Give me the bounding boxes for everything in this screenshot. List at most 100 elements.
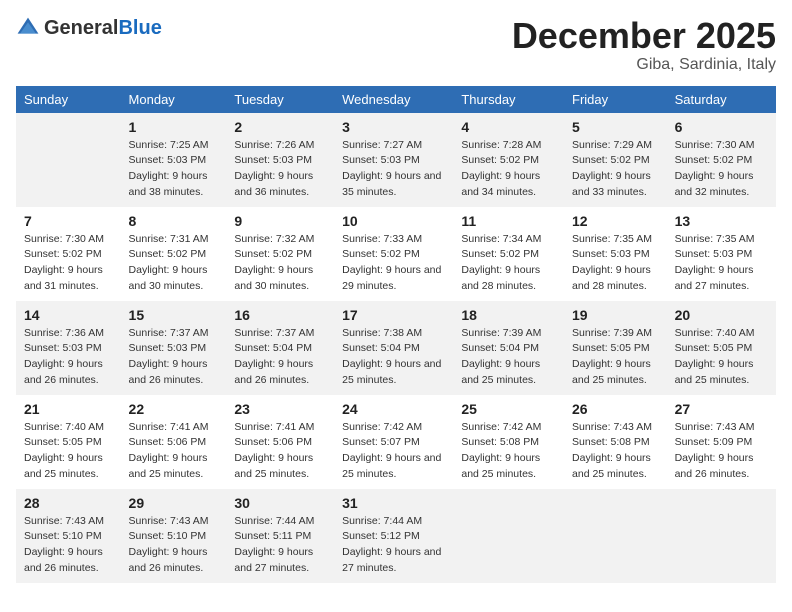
weekday-header-saturday: Saturday (667, 86, 776, 113)
calendar-cell: 5 Sunrise: 7:29 AMSunset: 5:02 PMDaylight… (564, 113, 667, 207)
day-number: 21 (24, 401, 113, 417)
calendar-cell: 28Sunrise: 7:43 AMSunset: 5:10 PMDayligh… (16, 489, 121, 583)
day-number: 24 (342, 401, 445, 417)
calendar-cell (16, 113, 121, 207)
day-info: Sunrise: 7:40 AMSunset: 5:05 PMDaylight:… (675, 326, 768, 389)
logo-text-blue: Blue (118, 17, 161, 39)
calendar-cell: 21 Sunrise: 7:40 AMSunset: 5:05 PMDayligh… (16, 395, 121, 489)
page-header: GeneralBlue December 2025 Giba, Sardinia… (16, 16, 776, 74)
day-number: 11 (461, 213, 556, 229)
day-info: Sunrise: 7:43 AMSunset: 5:09 PMDaylight:… (675, 420, 768, 483)
weekday-header-wednesday: Wednesday (334, 86, 453, 113)
day-number: 5 (572, 119, 659, 135)
calendar-cell: 15 Sunrise: 7:37 AMSunset: 5:03 PMDayligh… (121, 301, 227, 395)
day-info: Sunrise: 7:43 AMSunset: 5:08 PMDaylight:… (572, 420, 659, 483)
calendar-cell: 14 Sunrise: 7:36 AMSunset: 5:03 PMDayligh… (16, 301, 121, 395)
calendar-cell: 12Sunrise: 7:35 AMSunset: 5:03 PMDayligh… (564, 207, 667, 301)
calendar-header-row: SundayMondayTuesdayWednesdayThursdayFrid… (16, 86, 776, 113)
day-info: Sunrise: 7:38 AMSunset: 5:04 PMDaylight:… (342, 326, 445, 389)
calendar-cell: 8 Sunrise: 7:31 AMSunset: 5:02 PMDaylight… (121, 207, 227, 301)
day-number: 10 (342, 213, 445, 229)
day-info: Sunrise: 7:37 AMSunset: 5:03 PMDaylight:… (129, 326, 219, 389)
calendar-cell: 30 Sunrise: 7:44 AMSunset: 5:11 PMDayligh… (226, 489, 334, 583)
day-number: 27 (675, 401, 768, 417)
calendar-cell: 9 Sunrise: 7:32 AMSunset: 5:02 PMDaylight… (226, 207, 334, 301)
calendar-cell: 24 Sunrise: 7:42 AMSunset: 5:07 PMDayligh… (334, 395, 453, 489)
calendar-cell: 17 Sunrise: 7:38 AMSunset: 5:04 PMDayligh… (334, 301, 453, 395)
calendar-cell (453, 489, 564, 583)
day-number: 14 (24, 307, 113, 323)
calendar-cell: 25Sunrise: 7:42 AMSunset: 5:08 PMDayligh… (453, 395, 564, 489)
calendar-cell: 2Sunrise: 7:26 AMSunset: 5:03 PMDaylight… (226, 113, 334, 207)
calendar-cell: 20 Sunrise: 7:40 AMSunset: 5:05 PMDayligh… (667, 301, 776, 395)
calendar-week-row: 7 Sunrise: 7:30 AMSunset: 5:02 PMDaylight… (16, 207, 776, 301)
day-info: Sunrise: 7:35 AMSunset: 5:03 PMDaylight:… (572, 232, 659, 295)
day-number: 3 (342, 119, 445, 135)
calendar-cell (667, 489, 776, 583)
day-info: Sunrise: 7:43 AMSunset: 5:10 PMDaylight:… (129, 514, 219, 577)
day-info: Sunrise: 7:41 AMSunset: 5:06 PMDaylight:… (234, 420, 326, 483)
calendar-cell: 22Sunrise: 7:41 AMSunset: 5:06 PMDayligh… (121, 395, 227, 489)
weekday-header-tuesday: Tuesday (226, 86, 334, 113)
title-block: December 2025 Giba, Sardinia, Italy (512, 16, 776, 74)
day-info: Sunrise: 7:27 AMSunset: 5:03 PMDaylight:… (342, 138, 445, 201)
day-number: 9 (234, 213, 326, 229)
day-number: 16 (234, 307, 326, 323)
logo: GeneralBlue (16, 16, 162, 40)
day-info: Sunrise: 7:39 AMSunset: 5:04 PMDaylight:… (461, 326, 556, 389)
day-number: 13 (675, 213, 768, 229)
day-number: 15 (129, 307, 219, 323)
day-info: Sunrise: 7:42 AMSunset: 5:08 PMDaylight:… (461, 420, 556, 483)
day-info: Sunrise: 7:40 AMSunset: 5:05 PMDaylight:… (24, 420, 113, 483)
day-number: 8 (129, 213, 219, 229)
calendar-cell: 18 Sunrise: 7:39 AMSunset: 5:04 PMDayligh… (453, 301, 564, 395)
calendar-cell: 16Sunrise: 7:37 AMSunset: 5:04 PMDayligh… (226, 301, 334, 395)
day-number: 17 (342, 307, 445, 323)
day-number: 1 (129, 119, 219, 135)
day-info: Sunrise: 7:33 AMSunset: 5:02 PMDaylight:… (342, 232, 445, 295)
logo-text-general: General (44, 17, 118, 39)
day-number: 6 (675, 119, 768, 135)
calendar-cell (564, 489, 667, 583)
weekday-header-monday: Monday (121, 86, 227, 113)
day-info: Sunrise: 7:44 AMSunset: 5:11 PMDaylight:… (234, 514, 326, 577)
day-info: Sunrise: 7:25 AMSunset: 5:03 PMDaylight:… (129, 138, 219, 201)
day-number: 22 (129, 401, 219, 417)
calendar-cell: 1 Sunrise: 7:25 AMSunset: 5:03 PMDaylight… (121, 113, 227, 207)
day-info: Sunrise: 7:43 AMSunset: 5:10 PMDaylight:… (24, 514, 113, 577)
day-info: Sunrise: 7:35 AMSunset: 5:03 PMDaylight:… (675, 232, 768, 295)
day-info: Sunrise: 7:28 AMSunset: 5:02 PMDaylight:… (461, 138, 556, 201)
calendar-cell: 3 Sunrise: 7:27 AMSunset: 5:03 PMDaylight… (334, 113, 453, 207)
location-subtitle: Giba, Sardinia, Italy (512, 56, 776, 74)
day-info: Sunrise: 7:36 AMSunset: 5:03 PMDaylight:… (24, 326, 113, 389)
calendar-cell: 31 Sunrise: 7:44 AMSunset: 5:12 PMDayligh… (334, 489, 453, 583)
day-number: 31 (342, 495, 445, 511)
day-info: Sunrise: 7:44 AMSunset: 5:12 PMDaylight:… (342, 514, 445, 577)
calendar-cell: 26Sunrise: 7:43 AMSunset: 5:08 PMDayligh… (564, 395, 667, 489)
calendar-cell: 27 Sunrise: 7:43 AMSunset: 5:09 PMDayligh… (667, 395, 776, 489)
day-info: Sunrise: 7:34 AMSunset: 5:02 PMDaylight:… (461, 232, 556, 295)
weekday-header-sunday: Sunday (16, 86, 121, 113)
day-number: 19 (572, 307, 659, 323)
calendar-cell: 23Sunrise: 7:41 AMSunset: 5:06 PMDayligh… (226, 395, 334, 489)
weekday-header-thursday: Thursday (453, 86, 564, 113)
calendar-cell: 7 Sunrise: 7:30 AMSunset: 5:02 PMDaylight… (16, 207, 121, 301)
calendar-table: SundayMondayTuesdayWednesdayThursdayFrid… (16, 86, 776, 583)
day-info: Sunrise: 7:42 AMSunset: 5:07 PMDaylight:… (342, 420, 445, 483)
calendar-cell: 10 Sunrise: 7:33 AMSunset: 5:02 PMDayligh… (334, 207, 453, 301)
calendar-cell: 6Sunrise: 7:30 AMSunset: 5:02 PMDaylight… (667, 113, 776, 207)
calendar-cell: 4Sunrise: 7:28 AMSunset: 5:02 PMDaylight… (453, 113, 564, 207)
weekday-header-friday: Friday (564, 86, 667, 113)
day-info: Sunrise: 7:32 AMSunset: 5:02 PMDaylight:… (234, 232, 326, 295)
day-number: 30 (234, 495, 326, 511)
day-info: Sunrise: 7:29 AMSunset: 5:02 PMDaylight:… (572, 138, 659, 201)
day-number: 20 (675, 307, 768, 323)
day-info: Sunrise: 7:31 AMSunset: 5:02 PMDaylight:… (129, 232, 219, 295)
calendar-week-row: 21 Sunrise: 7:40 AMSunset: 5:05 PMDayligh… (16, 395, 776, 489)
day-info: Sunrise: 7:26 AMSunset: 5:03 PMDaylight:… (234, 138, 326, 201)
day-number: 29 (129, 495, 219, 511)
day-number: 18 (461, 307, 556, 323)
day-info: Sunrise: 7:30 AMSunset: 5:02 PMDaylight:… (24, 232, 113, 295)
logo-icon (16, 16, 40, 40)
day-number: 7 (24, 213, 113, 229)
